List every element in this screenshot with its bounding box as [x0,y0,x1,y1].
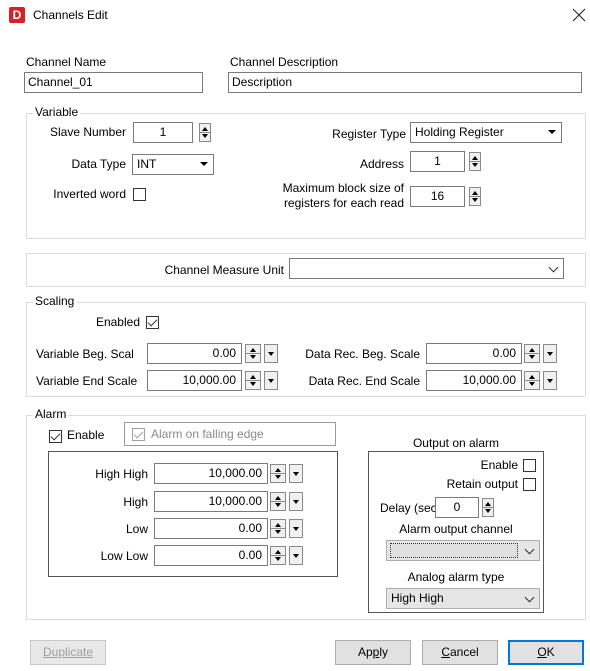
max-block-input[interactable]: 16 [410,186,465,207]
window-title: Channels Edit [33,8,108,22]
high-input[interactable]: 10,000.00 [154,491,268,512]
ok-label-part: K [546,645,555,659]
alarm-group-label: Alarm [33,407,69,421]
chevron-down-icon [200,162,208,166]
var-beg-scale-label: Variable Beg. Scal [36,347,134,361]
rec-beg-scale-input[interactable]: 0.00 [426,343,522,364]
scaling-group-label: Scaling [33,294,77,308]
falling-edge-checkbox[interactable] [132,428,145,441]
alarm-enable-checkbox[interactable] [49,430,62,443]
channel-description-label: Channel Description [230,55,339,69]
channel-description-input[interactable]: Description [228,72,582,93]
rec-end-scale-input[interactable]: 10,000.00 [426,370,522,391]
high-high-dropdown[interactable] [289,464,303,483]
measure-unit-label: Channel Measure Unit [164,263,284,277]
data-type-label: Data Type [71,157,126,171]
max-block-label-line1: Maximum block size of [282,181,404,195]
cancel-button[interactable]: Cancel [422,640,498,665]
low-low-spinner[interactable] [270,546,286,565]
rec-beg-scale-spinner[interactable] [524,344,540,363]
register-type-label: Register Type [332,127,406,141]
var-beg-scale-spinner[interactable] [245,344,261,363]
apply-label-part2: ly [379,645,389,659]
cancel-label-part: ancel [449,645,479,659]
low-low-label: Low Low [100,549,148,563]
high-high-input[interactable]: 10,000.00 [154,463,268,484]
chevron-down-icon [524,592,535,603]
rec-beg-scale-dropdown[interactable] [543,344,557,363]
app-icon: D [9,7,25,23]
high-high-label: High High [95,467,148,481]
register-type-value: Holding Register [415,125,504,139]
low-dropdown[interactable] [289,519,303,538]
delay-label: Delay (sec.) [380,501,445,515]
var-end-scale-label: Variable End Scale [36,374,138,388]
slave-number-input[interactable]: 1 [133,122,193,143]
low-label: Low [125,522,148,536]
slave-number-spinner[interactable] [199,123,211,142]
inverted-word-label: Inverted word [53,187,126,201]
retain-output-checkbox[interactable] [523,478,536,491]
alarm-enable-label: Enable [67,428,105,442]
alarm-output-channel-focus [390,543,518,558]
output-enable-checkbox[interactable] [523,459,536,472]
max-block-label-line2: registers for each read [283,196,404,210]
high-dropdown[interactable] [289,492,303,511]
register-type-select[interactable]: Holding Register [410,122,562,143]
title-bar: D Channels Edit [0,0,590,30]
alarm-output-channel-select[interactable] [386,540,540,561]
max-block-spinner[interactable] [469,187,481,206]
apply-button[interactable]: Apply [335,640,411,665]
rec-end-scale-spinner[interactable] [524,371,540,390]
output-enable-label: Enable [480,458,518,472]
duplicate-button-label: Duplicate [42,645,94,659]
delay-spinner[interactable] [482,498,494,517]
falling-edge-label: Alarm on falling edge [151,427,264,441]
chevron-down-icon [548,262,559,273]
chevron-down-icon [524,544,535,555]
rec-end-scale-dropdown[interactable] [543,371,557,390]
low-low-dropdown[interactable] [289,546,303,565]
cancel-label-accel: C [441,645,450,659]
variable-group-label: Variable [33,105,81,119]
data-type-select[interactable]: INT [132,154,214,175]
channel-name-label: Channel Name [26,55,107,69]
analog-alarm-type-value: High High [391,591,444,605]
var-beg-scale-input[interactable]: 0.00 [147,343,242,364]
low-spinner[interactable] [270,519,286,538]
low-input[interactable]: 0.00 [154,518,268,539]
address-label: Address [359,157,404,171]
alarm-output-channel-label: Alarm output channel [399,522,513,536]
slave-number-label: Slave Number [49,125,126,139]
apply-label-part1: Ap [357,645,373,659]
address-input[interactable]: 1 [410,151,465,172]
var-end-scale-spinner[interactable] [245,371,261,390]
analog-alarm-type-select[interactable]: High High [386,588,540,609]
retain-output-label: Retain output [446,477,518,491]
inverted-word-checkbox[interactable] [133,188,146,201]
scaling-enabled-checkbox[interactable] [146,316,159,329]
high-spinner[interactable] [270,492,286,511]
close-icon[interactable] [570,4,588,24]
channel-name-input[interactable]: Channel_01 [24,72,203,93]
output-on-alarm-title: Output on alarm [412,436,500,450]
analog-alarm-type-label: Analog alarm type [407,570,505,584]
var-end-scale-dropdown[interactable] [264,371,278,390]
ok-button[interactable]: OK [508,640,584,665]
rec-end-scale-label: Data Rec. End Scale [308,374,420,388]
var-end-scale-input[interactable]: 10,000.00 [147,370,242,391]
measure-unit-select[interactable] [289,258,564,279]
var-beg-scale-dropdown[interactable] [264,344,278,363]
chevron-down-icon [548,130,556,134]
delay-input[interactable]: 0 [435,497,479,518]
duplicate-button[interactable]: Duplicate [30,640,106,665]
high-label: High [123,495,148,509]
address-spinner[interactable] [469,152,481,171]
data-type-value: INT [137,157,157,171]
high-high-spinner[interactable] [270,464,286,483]
scaling-enabled-label: Enabled [95,315,140,329]
ok-label-accel: O [537,645,547,659]
low-low-input[interactable]: 0.00 [154,545,268,566]
rec-beg-scale-label: Data Rec. Beg. Scale [305,347,420,361]
